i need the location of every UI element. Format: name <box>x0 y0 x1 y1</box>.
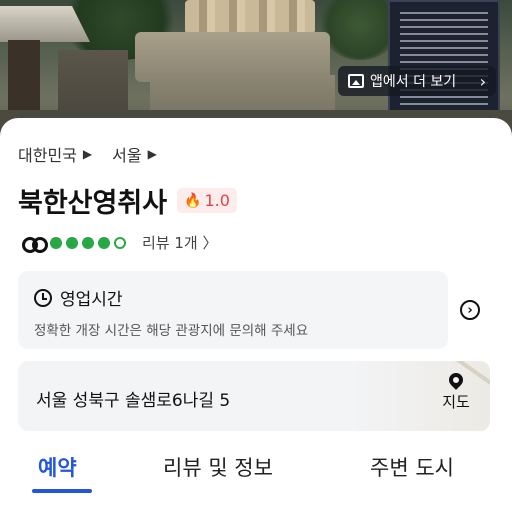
rating-bubble-filled <box>82 236 94 249</box>
opening-hours-note: 정확한 개장 시간은 해당 관광지에 문의해 주세요 <box>34 323 309 339</box>
breadcrumb: 대한민국 ▶ 서울 ▶ <box>18 142 171 166</box>
popularity-badge: 🔥 1.0 <box>177 188 237 213</box>
rating-row[interactable]: 리뷰 1개 〉 <box>22 232 217 253</box>
review-count-link[interactable]: 리뷰 1개 〉 <box>142 232 217 253</box>
tab-reviews-info[interactable]: 리뷰 및 정보 <box>163 452 273 482</box>
rating-bubble-filled <box>50 236 62 249</box>
opening-hours-card[interactable]: 영업시간 정확한 개장 시간은 해당 관광지에 문의해 주세요 <box>18 271 448 349</box>
rating-bubble-filled <box>98 236 110 249</box>
popularity-score: 1.0 <box>204 191 230 210</box>
info-sign-board <box>388 0 500 125</box>
page-title: 북한산영취사 <box>18 188 168 219</box>
clock-icon <box>34 288 52 307</box>
breadcrumb-arrow-icon: ▶ <box>147 147 157 161</box>
open-in-app-button[interactable]: 앱에서 더 보기 › <box>338 66 496 96</box>
chevron-right-glyph: › <box>467 302 473 318</box>
map-button-label: 지도 <box>442 393 470 411</box>
address-text: 서울 성북구 솔샘로6나길 5 <box>36 391 231 411</box>
buddha-statues <box>185 0 315 34</box>
breadcrumb-arrow-icon: ▶ <box>82 147 93 161</box>
active-tab-indicator <box>32 489 92 493</box>
rating-bubble-filled <box>66 236 78 249</box>
tab-nearby-cities[interactable]: 주변 도시 <box>370 452 454 482</box>
tab-booking[interactable]: 예약 <box>38 452 77 482</box>
tripadvisor-owl-icon <box>22 236 48 253</box>
breadcrumb-country[interactable]: 대한민국 <box>18 142 77 166</box>
rating-bubble-empty <box>114 236 126 249</box>
opening-hours-heading: 영업시간 <box>34 285 123 310</box>
image-icon <box>348 74 364 88</box>
chevron-right-circle-icon[interactable]: › <box>460 300 480 320</box>
chevron-right-icon: › <box>479 71 486 91</box>
tab-bar: 예약 리뷰 및 정보 주변 도시 <box>0 452 512 496</box>
opening-hours-title: 영업시간 <box>60 290 123 310</box>
detail-sheet: 대한민국 ▶ 서울 ▶ 북한산영취사 🔥 1.0 리뷰 1개 〉 영업시간 정확… <box>0 118 512 512</box>
open-in-app-label: 앱에서 더 보기 <box>370 74 457 90</box>
map-pin-icon <box>446 370 466 390</box>
address-card[interactable]: 서울 성북구 솔샘로6나길 5 지도 <box>18 361 490 431</box>
fire-icon: 🔥 <box>184 192 202 209</box>
title-row: 북한산영취사 🔥 1.0 <box>18 181 237 220</box>
breadcrumb-city[interactable]: 서울 <box>112 142 141 166</box>
map-button[interactable]: 지도 <box>436 370 476 412</box>
